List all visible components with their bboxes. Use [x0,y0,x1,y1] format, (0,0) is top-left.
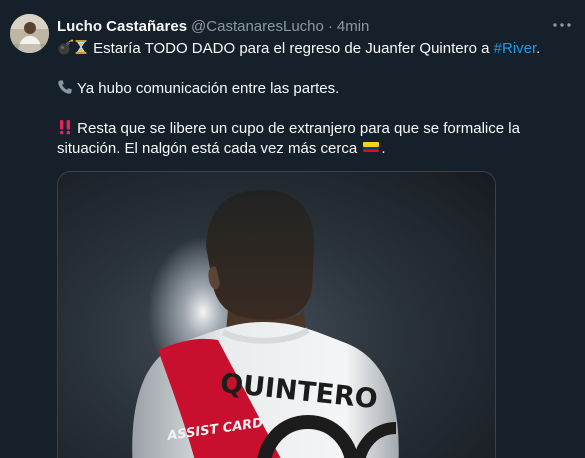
tweet-text-segment: Resta que se libere un cupo de extranjer… [57,120,520,157]
telephone-emoji [58,80,72,94]
user-handle[interactable]: @CastanaresLucho [191,18,324,35]
hashtag-link[interactable]: #River [494,40,537,57]
tweet-card[interactable]: Lucho Castañares @CastanaresLucho · 4min [0,0,585,458]
tweet-text-segment: . [381,140,386,157]
double-exclamation-emoji [59,120,71,135]
avatar[interactable] [10,14,49,53]
bomb-emoji [58,39,73,55]
hourglass-emoji [75,40,87,54]
display-name[interactable]: Lucho Castañares [57,18,187,35]
colombia-flag-emoji [363,142,380,152]
tweet-text-segment: Estaría TODO DADO para el regreso de Jua… [89,40,494,57]
timestamp[interactable]: 4min [337,18,370,35]
separator-dot: · [327,17,333,35]
tweet-text: Estaría TODO DADO para el regreso de Jua… [57,39,567,159]
tweet-header: Lucho Castañares @CastanaresLucho · 4min [57,16,369,36]
more-options-icon[interactable] [549,13,575,37]
tweet-paragraph-3: Resta que se libere un cupo de extranjer… [57,119,567,159]
tweet-paragraph-1: Estaría TODO DADO para el regreso de Jua… [57,39,567,59]
tweet-paragraph-2: Ya hubo comunicación entre las partes. [57,79,567,99]
tweet-text-segment: Ya hubo comunicación entre las partes. [73,80,340,97]
tweet-media-image[interactable]: QUINTERO ASSIST CARD [57,171,496,458]
tweet-text-segment: . [536,40,541,57]
